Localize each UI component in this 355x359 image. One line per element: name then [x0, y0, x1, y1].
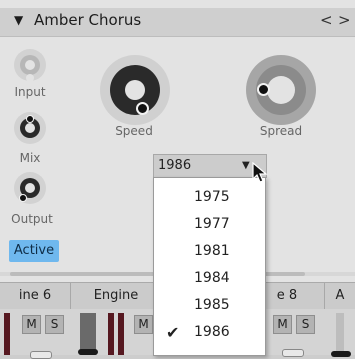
speed-knob[interactable] — [100, 55, 170, 125]
input-knob-label: Input — [14, 85, 46, 99]
dropdown-menu: 1975 1977 1981 1984 1985 ✔ 1986 — [153, 177, 266, 356]
year-dropdown[interactable]: 1986 ▼ — [153, 154, 267, 178]
dropdown-option[interactable]: 1977 — [154, 211, 265, 238]
mute-button[interactable]: M — [22, 315, 41, 334]
active-toggle-button[interactable]: Active — [9, 240, 59, 262]
fader-handle[interactable] — [331, 351, 351, 357]
previous-preset-button[interactable]: < — [320, 11, 333, 29]
solo-button[interactable]: S — [45, 315, 64, 334]
channel-header[interactable]: ine 6 — [0, 283, 71, 309]
mix-knob[interactable] — [14, 112, 46, 144]
dropdown-option-selected[interactable]: ✔ 1986 — [154, 319, 265, 346]
input-knob[interactable] — [14, 49, 46, 82]
spread-knob-label: Spread — [259, 124, 303, 138]
mute-button[interactable]: M — [134, 315, 153, 334]
next-preset-button[interactable]: > — [338, 11, 351, 29]
pan-knob[interactable] — [282, 349, 304, 357]
level-meter — [108, 313, 114, 355]
mouse-cursor-icon — [252, 162, 268, 183]
plugin-title: Amber Chorus — [34, 11, 142, 29]
mix-knob-label: Mix — [19, 151, 41, 165]
channel-header[interactable]: A — [325, 283, 355, 309]
solo-button[interactable]: S — [296, 315, 315, 334]
dropdown-option[interactable]: 1981 — [154, 238, 265, 265]
pan-knob[interactable] — [30, 351, 52, 359]
fader-handle[interactable] — [78, 349, 98, 355]
output-knob-label: Output — [11, 212, 53, 226]
volume-fader[interactable] — [336, 313, 344, 355]
level-meter — [118, 313, 124, 355]
output-knob[interactable] — [14, 172, 46, 204]
dropdown-option[interactable]: 1975 — [154, 184, 265, 211]
dropdown-selected-value: 1986 — [158, 158, 192, 173]
mute-button[interactable]: M — [273, 315, 292, 334]
dropdown-option[interactable]: 1984 — [154, 265, 265, 292]
checkmark-icon: ✔ — [166, 323, 180, 342]
collapse-triangle-icon[interactable]: ▼ — [14, 13, 23, 27]
speed-knob-label: Speed — [115, 124, 153, 138]
chevron-down-icon: ▼ — [242, 160, 250, 171]
spread-knob[interactable] — [246, 55, 316, 125]
dropdown-option[interactable]: 1985 — [154, 292, 265, 319]
plugin-title-bar: ▼ Amber Chorus < > — [0, 8, 355, 37]
level-meter — [4, 313, 10, 355]
channel-header[interactable]: Engine — [71, 283, 162, 309]
